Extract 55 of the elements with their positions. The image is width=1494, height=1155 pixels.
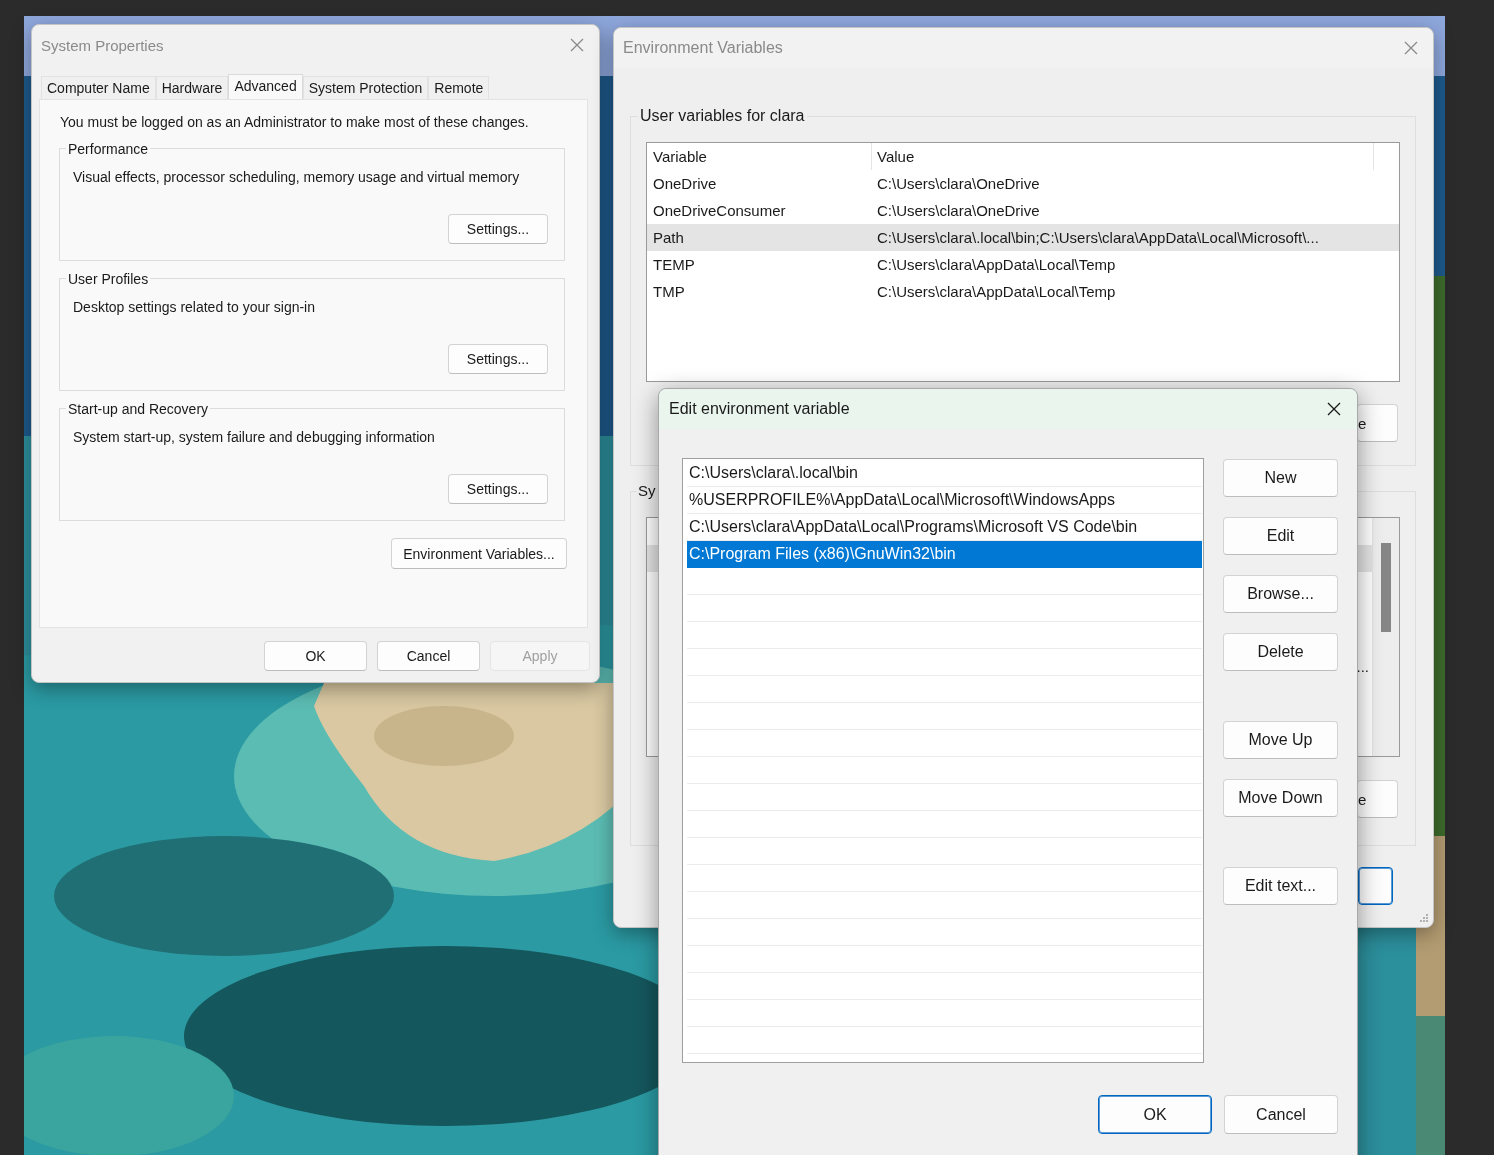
scrollbar[interactable]: [1372, 518, 1399, 756]
scroll-thumb[interactable]: [1381, 543, 1391, 632]
table-button[interactable]: e: [1357, 780, 1398, 818]
dialog-button[interactable]: Delete: [1223, 633, 1338, 671]
notice-text: You must be logged on as an Administrator to make most of these changes.: [59, 113, 530, 131]
variable-value: ...: [1356, 658, 1369, 675]
settings-button[interactable]: Settings...: [448, 214, 548, 244]
resize-grip-icon[interactable]: [1420, 914, 1429, 923]
group-description: Visual effects, processor scheduling, memory usage and virtual memory: [73, 168, 521, 186]
dialog-button[interactable]: Edit: [1223, 517, 1338, 555]
group-description: System start-up, system failure and debugging information: [73, 428, 436, 446]
window-title: System Properties: [41, 36, 164, 54]
dialog-button[interactable]: Move Up: [1223, 721, 1338, 759]
variable-name: OneDrive: [652, 175, 718, 192]
variable-value: C:\Users\clara\AppData\Local\Temp: [876, 256, 1117, 273]
window-title: Edit environment variable: [669, 400, 850, 418]
variable-name: TMP: [652, 283, 686, 300]
window-title: Environment Variables: [623, 39, 783, 57]
dialog-button[interactable]: OK: [1098, 1095, 1212, 1134]
dialog-button[interactable]: Cancel: [1224, 1095, 1338, 1134]
variable-value: C:\Users\clara\OneDrive: [876, 202, 1041, 219]
tab[interactable]: Hardware: [155, 76, 229, 99]
tab[interactable]: Computer Name: [41, 76, 156, 99]
table-row[interactable]: TMP C:\Users\clara\AppData\Local\Temp: [647, 278, 1399, 305]
variable-name: TEMP: [652, 256, 696, 273]
environment-variables-button[interactable]: Environment Variables...: [391, 538, 567, 569]
path-entry[interactable]: C:\Program Files (x86)\GnuWin32\bin: [687, 541, 1202, 568]
column-header: Variable: [647, 143, 872, 170]
close-icon[interactable]: [1327, 402, 1341, 416]
tab[interactable]: System Protection: [302, 76, 429, 99]
dialog-button[interactable]: New: [1223, 459, 1338, 497]
variable-value: C:\Users\clara\OneDrive: [876, 175, 1041, 192]
dialog-button[interactable]: Edit text...: [1223, 867, 1338, 905]
settings-button[interactable]: Settings...: [448, 344, 548, 374]
table-row[interactable]: Path C:\Users\clara\.local\bin;C:\Users\clara\AppData\Local\Microsoft\...: [647, 224, 1399, 251]
dialog-button[interactable]: Move Down: [1223, 779, 1338, 817]
dialog-button[interactable]: [1358, 867, 1393, 905]
variable-name: Path: [652, 229, 685, 246]
variable-value: C:\Users\clara\.local\bin;C:\Users\clara\AppData\Local\Microsoft\...: [876, 229, 1320, 246]
variable-name: OneDriveConsumer: [652, 202, 787, 219]
tab[interactable]: Advanced: [228, 74, 303, 99]
table-button[interactable]: e: [1357, 404, 1398, 442]
column-header: Value: [872, 143, 1374, 170]
dialog-button[interactable]: Browse...: [1223, 575, 1338, 613]
settings-button[interactable]: Settings...: [448, 474, 548, 504]
dialog-button[interactable]: Cancel: [377, 641, 480, 671]
path-entry[interactable]: C:\Users\clara\.local\bin: [687, 460, 1202, 487]
table-row[interactable]: OneDrive C:\Users\clara\OneDrive: [647, 170, 1399, 197]
path-entry[interactable]: %USERPROFILE%\AppData\Local\Microsoft\WindowsApps: [687, 487, 1202, 514]
variable-value: C:\Users\clara\AppData\Local\Temp: [876, 283, 1117, 300]
table-row[interactable]: TEMP C:\Users\clara\AppData\Local\Temp: [647, 251, 1399, 278]
dialog-button[interactable]: OK: [264, 641, 367, 671]
table-row[interactable]: OneDriveConsumer C:\Users\clara\OneDrive: [647, 197, 1399, 224]
tab[interactable]: Remote: [428, 76, 490, 99]
group-description: Desktop settings related to your sign-in: [73, 298, 316, 316]
